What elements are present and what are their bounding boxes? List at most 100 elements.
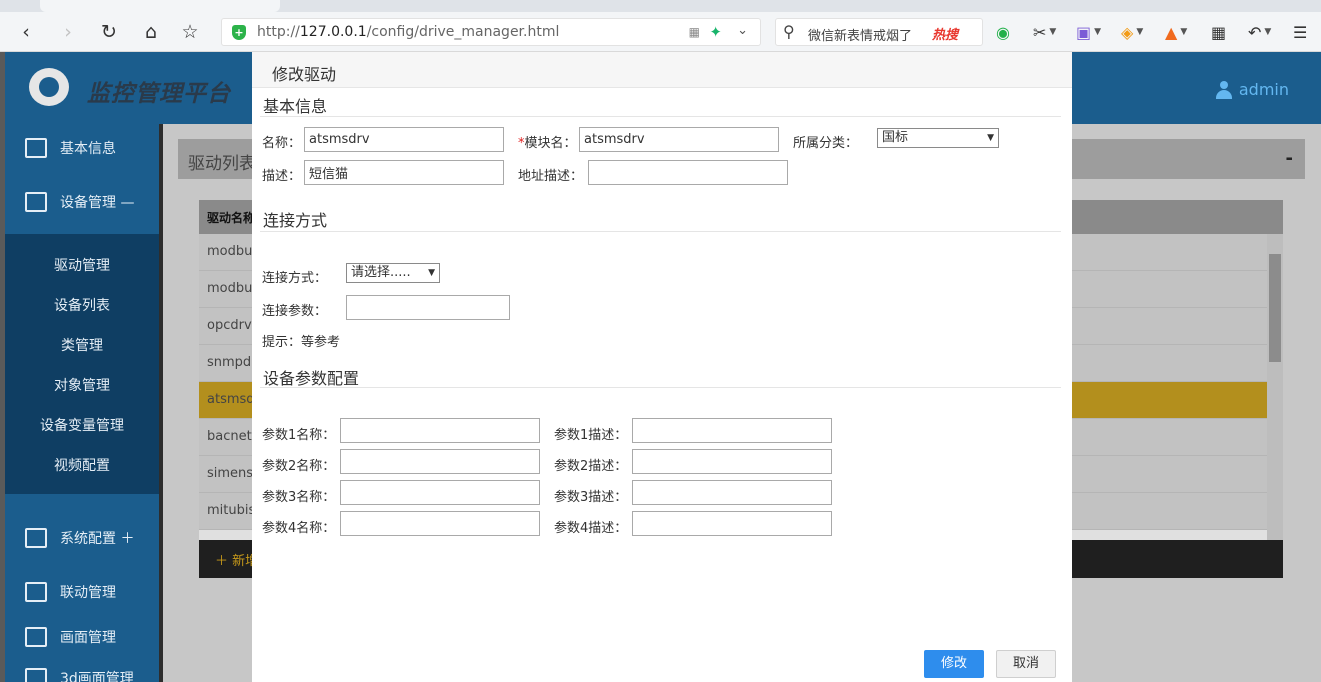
clipboard-icon <box>25 138 47 158</box>
param1-name-input[interactable] <box>340 418 540 443</box>
reload-icon[interactable]: ↻ <box>97 20 121 44</box>
collapse-button[interactable]: - <box>1286 148 1293 169</box>
category-select[interactable]: 国标 ▼ <box>877 128 999 148</box>
param1-desc-input[interactable] <box>632 418 832 443</box>
param4-desc-input[interactable] <box>632 511 832 536</box>
sidebar-item-system-config[interactable]: 系统配置 ＋ <box>5 514 159 562</box>
dropdown-arrow-icon: ▼ <box>428 268 435 278</box>
sidebar-subitem-variable-management[interactable]: 设备变量管理 <box>5 406 159 446</box>
section-divider <box>260 387 1061 388</box>
sidebar-item-device-management[interactable]: 设备管理 — <box>5 178 159 226</box>
user-menu[interactable]: admin <box>1215 80 1289 99</box>
address-bar[interactable]: + http://127.0.0.1/config/drive_manager.… <box>221 18 761 46</box>
param4-name-label: 参数4名称： <box>262 521 336 536</box>
connection-method-select[interactable]: 请选择..... ▼ <box>346 263 440 283</box>
sliders-icon <box>25 528 47 548</box>
home-icon[interactable]: ⌂ <box>139 20 163 44</box>
address-description-label: 地址描述： <box>518 169 584 184</box>
category-selected: 国标 <box>882 130 909 145</box>
sidebar-subitem-device-list[interactable]: 设备列表 <box>5 286 159 326</box>
sidebar-item-label: 3d画面管理 <box>60 671 134 682</box>
sidebar-submenu: 驱动管理 设备列表 类管理 对象管理 设备变量管理 视频配置 <box>5 234 159 494</box>
image-icon <box>25 627 47 647</box>
connection-hint: 提示：等参考 <box>262 335 341 350</box>
connection-params-label: 连接参数： <box>262 304 328 319</box>
sidebar-item-label: 画面管理 <box>60 630 116 646</box>
user-icon <box>1215 80 1233 99</box>
document-link-icon <box>25 582 47 602</box>
section-divider <box>260 231 1061 232</box>
user-name: admin <box>1238 80 1289 99</box>
dialog-title-bar: 修改驱动 <box>252 52 1072 88</box>
section-connection-title: 连接方式 <box>263 211 328 230</box>
menu-icon[interactable]: ☰ <box>1293 21 1307 43</box>
screenshot-scissors-icon[interactable]: ✂ ▼ <box>1033 21 1056 43</box>
grid-header-driver-name[interactable]: 驱动名称 <box>207 209 255 226</box>
description-label: 描述： <box>262 169 302 184</box>
sidebar-subitem-object-management[interactable]: 对象管理 <box>5 366 159 406</box>
secure-shield-icon: + <box>232 25 246 40</box>
module-input[interactable] <box>579 127 779 152</box>
module-label: *模块名： <box>518 132 577 151</box>
description-input[interactable] <box>304 160 504 185</box>
category-label: 所属分类： <box>793 136 859 151</box>
sidebar-subitem-video-config[interactable]: 视频配置 <box>5 446 159 486</box>
search-icon: ⚲ <box>783 22 795 41</box>
name-label: 名称： <box>262 136 302 151</box>
param2-desc-label: 参数2描述： <box>554 459 628 474</box>
param1-desc-label: 参数1描述： <box>554 428 628 443</box>
sidebar-item-linkage[interactable]: 联动管理 <box>5 568 159 616</box>
search-box[interactable]: ⚲ 微信新表情戒烟了 热搜 <box>775 18 983 46</box>
dialog-title: 修改驱动 <box>272 65 337 84</box>
connection-method-selected: 请选择..... <box>351 265 411 280</box>
connection-params-input[interactable] <box>346 295 510 320</box>
translate-icon[interactable]: ▣ ▼ <box>1076 21 1101 43</box>
sidebar-item-label: 设备管理 — <box>60 195 135 211</box>
chevron-down-icon[interactable]: ⌄ <box>737 23 748 38</box>
browser-tab[interactable] <box>40 0 280 12</box>
param2-desc-input[interactable] <box>632 449 832 474</box>
module-label-text: 模块名： <box>524 136 577 151</box>
section-basic-info-title: 基本信息 <box>263 97 328 116</box>
submit-button[interactable]: 修改 <box>924 650 984 678</box>
param4-name-input[interactable] <box>340 511 540 536</box>
address-url[interactable]: http://127.0.0.1/config/drive_manager.ht… <box>257 24 559 40</box>
apps-grid-icon[interactable]: ▦ <box>1211 21 1226 43</box>
sidebar-subitem-driver-management[interactable]: 驱动管理 <box>5 246 159 286</box>
param3-name-label: 参数3名称： <box>262 490 336 505</box>
param1-name-label: 参数1名称： <box>262 428 336 443</box>
section-divider <box>260 116 1061 117</box>
param3-desc-input[interactable] <box>632 480 832 505</box>
row-driver-name: bacnet <box>207 429 252 444</box>
qr-code-icon[interactable]: ▦ <box>689 25 700 39</box>
extension-wechat-icon[interactable]: ◉ <box>996 21 1010 43</box>
browser-toolbar: ‹ › ↻ ⌂ ☆ + http://127.0.0.1/config/driv… <box>0 12 1321 52</box>
undo-icon[interactable]: ↶ ▼ <box>1248 21 1271 43</box>
shield-extension-icon[interactable]: ◈ ▼ <box>1121 21 1143 43</box>
panel-title: 驱动列表 <box>188 154 256 174</box>
param3-name-input[interactable] <box>340 480 540 505</box>
sidebar-subitem-class-management[interactable]: 类管理 <box>5 326 159 366</box>
monitor-icon <box>25 192 47 212</box>
sidebar-item-label: 基本信息 <box>60 141 116 157</box>
lightning-icon[interactable]: ✦ <box>709 23 722 41</box>
param4-desc-label: 参数4描述： <box>554 521 628 536</box>
sidebar: 基本信息 设备管理 — 驱动管理 设备列表 类管理 对象管理 设备变量管理 视频… <box>5 124 159 682</box>
sidebar-item-basic-info[interactable]: 基本信息 <box>5 124 159 172</box>
sidebar-item-3d-screen[interactable]: 3d画面管理 <box>5 654 159 682</box>
game-controller-icon[interactable]: ▲ ▼ <box>1165 21 1187 43</box>
param2-name-input[interactable] <box>340 449 540 474</box>
cancel-button[interactable]: 取消 <box>996 650 1056 678</box>
connection-method-label: 连接方式： <box>262 271 328 286</box>
app-title: 监控管理平台 <box>87 81 231 107</box>
grid-scrollbar-thumb[interactable] <box>1269 254 1281 362</box>
forward-icon[interactable]: › <box>56 20 80 44</box>
name-input[interactable] <box>304 127 504 152</box>
search-text: 微信新表情戒烟了 <box>808 29 913 44</box>
address-description-input[interactable] <box>588 160 788 185</box>
param2-name-label: 参数2名称： <box>262 459 336 474</box>
bookmark-star-icon[interactable]: ☆ <box>178 20 202 44</box>
sidebar-item-label: 系统配置 ＋ <box>60 531 135 547</box>
back-icon[interactable]: ‹ <box>14 20 38 44</box>
hot-search-badge[interactable]: 热搜 <box>932 24 958 43</box>
